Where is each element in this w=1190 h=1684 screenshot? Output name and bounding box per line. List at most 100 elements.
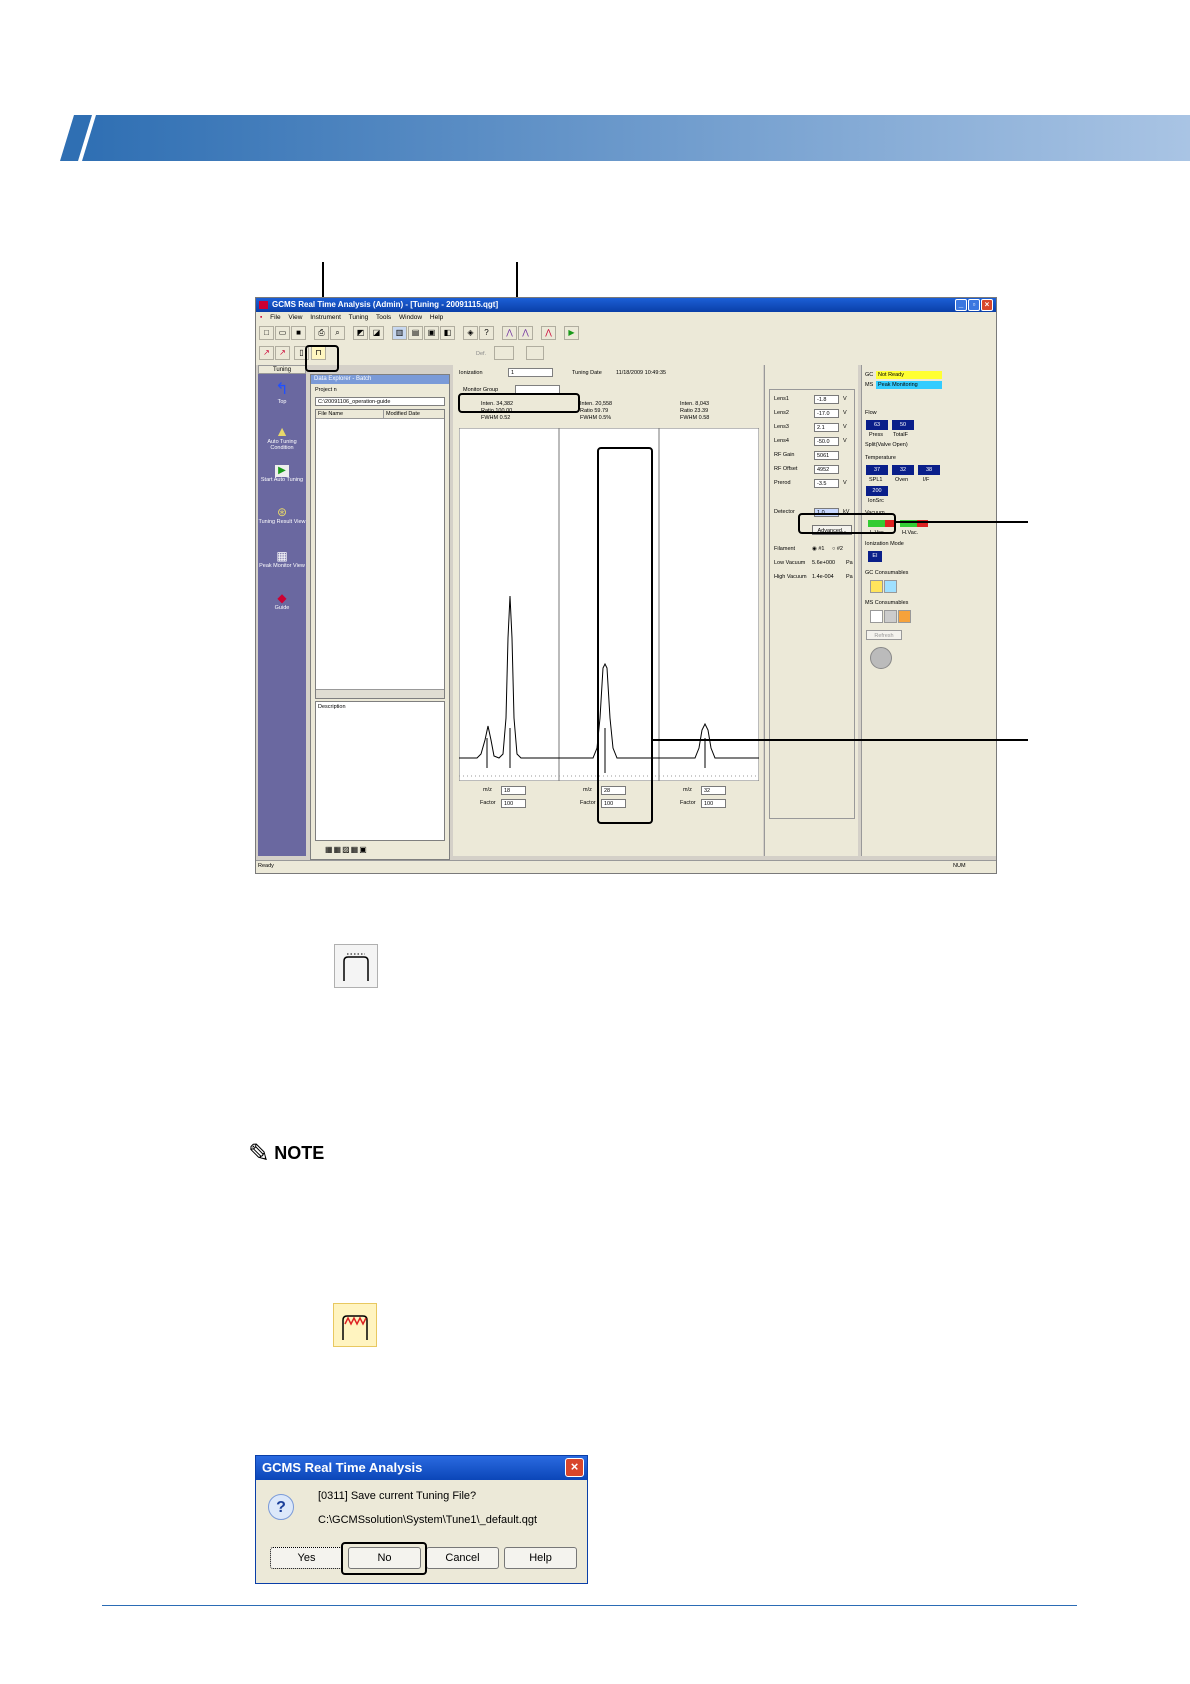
print-preview-icon[interactable]: ⌕ (330, 326, 345, 340)
filament-label: Filament (774, 546, 796, 552)
help-icon[interactable]: ? (479, 326, 494, 340)
lens3-input[interactable]: 2.1 (814, 423, 839, 432)
menu-tuning[interactable]: Tuning (349, 314, 369, 321)
explorer-tabs-icons[interactable]: ▦▦▨▦▣ (325, 845, 395, 855)
filament-radio-1[interactable]: ◉ #1 (812, 546, 824, 552)
horizontal-scrollbar[interactable] (316, 689, 444, 698)
explorer-path[interactable]: C:\20091106_operation-guide (315, 397, 445, 406)
col-modified-date[interactable]: Modified Date (384, 410, 420, 418)
layout-2-icon[interactable]: ▤ (408, 326, 423, 340)
note-heading: ✎ NOTE (248, 1140, 324, 1167)
close-button[interactable]: × (981, 299, 993, 311)
description-box[interactable]: Description (315, 701, 445, 841)
menu-window[interactable]: Window (399, 314, 422, 321)
layout-1-icon[interactable]: ▥ (392, 326, 407, 340)
temp-if-value: 38 (918, 465, 940, 475)
file-list[interactable]: File Name Modified Date (315, 409, 445, 699)
cancel-button[interactable]: Cancel (426, 1547, 499, 1569)
factor-input-1[interactable]: 100 (501, 799, 526, 808)
new-file-icon[interactable]: □ (259, 326, 274, 340)
data-explorer: Data Explorer - Batch Project n C:\20091… (310, 374, 450, 860)
save-icon[interactable]: ■ (291, 326, 306, 340)
menu-instrument[interactable]: Instrument (310, 314, 341, 321)
pencil-icon: ✎ (248, 1138, 270, 1168)
rf-offset-label: RF Offset (774, 466, 798, 472)
layout-3-icon[interactable]: ▣ (424, 326, 439, 340)
assistant-item-start-auto-tuning[interactable]: ▶ Start Auto Tuning (258, 465, 306, 483)
help-button[interactable]: Help (504, 1547, 577, 1569)
doc-icon: ▪ (260, 314, 263, 321)
def-a-button[interactable] (494, 346, 514, 360)
run-icon[interactable]: ▶ (564, 326, 579, 340)
print-icon[interactable]: ⎙ (314, 326, 329, 340)
detector-label: Detector (774, 509, 795, 515)
ms-consumable-a-icon[interactable] (870, 610, 883, 623)
assistant-item-auto-tuning-condition[interactable]: ▲ Auto Tuning Condition (258, 423, 306, 451)
tool-b-icon[interactable]: ◪ (369, 326, 384, 340)
peak2-callout (597, 447, 653, 824)
tuning-date-value: 11/18/2009 10:49:35 (616, 370, 667, 376)
guide-book-icon: ◆ (277, 591, 287, 605)
peak3-ratio: 23.39 (694, 408, 709, 414)
menu-file[interactable]: File (270, 314, 280, 321)
gc-status: Not Ready (876, 371, 942, 379)
lens-group: Lens1 -1.8 V Lens2 -17.0 V Lens3 2.1 V L… (769, 389, 855, 819)
refresh-button[interactable]: Refresh (866, 630, 902, 640)
ionization-select[interactable]: 1 (508, 368, 553, 377)
rf-gain-input[interactable]: 5061 (814, 451, 839, 460)
layout-4-icon[interactable]: ◧ (440, 326, 455, 340)
assistant-item-peak-monitor[interactable]: ▦ Peak Monitor View (258, 549, 306, 569)
app-icon (259, 301, 268, 309)
assistant-item-guide[interactable]: ◆ Guide (258, 591, 306, 611)
def-label: Def. (476, 351, 487, 357)
peak1-fwhm: 0.52 (499, 415, 511, 421)
peak-a-icon[interactable]: ⋀ (502, 326, 517, 340)
monitor-panel: GC Not Ready MS Peak Monitoring Flow 63 … (861, 365, 996, 856)
tool-e-icon[interactable]: ↗ (275, 346, 290, 360)
rf-offset-input[interactable]: 4952 (814, 465, 839, 474)
menu-tools[interactable]: Tools (376, 314, 391, 321)
restore-button[interactable]: ▫ (968, 299, 980, 311)
assistant-bar: Tuning ↰ Top ▲ Auto Tuning Condition ▶ S… (258, 365, 306, 856)
factor-input-3[interactable]: 100 (701, 799, 726, 808)
ms-consumable-b-icon[interactable] (884, 610, 897, 623)
lens4-input[interactable]: -50.0 (814, 437, 839, 446)
peak-c-icon[interactable]: ⋀ (541, 326, 556, 340)
menu-help[interactable]: Help (430, 314, 443, 321)
yes-button[interactable]: Yes (270, 1547, 343, 1569)
tool-d-icon[interactable]: ↗ (259, 346, 274, 360)
gc-consumable-b-icon[interactable] (884, 580, 897, 593)
ms-consumable-c-icon[interactable] (898, 610, 911, 623)
menu-view[interactable]: View (288, 314, 302, 321)
col-file-name[interactable]: File Name (316, 410, 384, 418)
dialog-close-button[interactable]: × (565, 1458, 584, 1477)
def-b-button[interactable] (526, 346, 544, 360)
lens1-input[interactable]: -1.8 (814, 395, 839, 404)
filament-radio-2[interactable]: ○ #2 (832, 546, 843, 552)
peak-b-icon[interactable]: ⋀ (518, 326, 533, 340)
mz-input-3[interactable]: 32 (701, 786, 726, 795)
prerod-input[interactable]: -3.5 (814, 479, 839, 488)
status-lamp-icon (870, 647, 892, 669)
peak3-info: Inten. 8,043 Ratio 23.39 FWHM 0.58 (680, 401, 710, 421)
assistant-item-tuning-result[interactable]: ⊛ Tuning Result View (258, 505, 306, 525)
open-file-icon[interactable]: ▭ (275, 326, 290, 340)
peak2-fwhm: 0.5% (598, 415, 612, 421)
minimize-button[interactable]: _ (955, 299, 967, 311)
lens2-input[interactable]: -17.0 (814, 409, 839, 418)
assistant-item-top[interactable]: ↰ Top (258, 379, 306, 405)
flow-totalf-value: 50 (892, 420, 914, 430)
mz-input-1[interactable]: 18 (501, 786, 526, 795)
result-icon: ⊛ (276, 505, 288, 519)
high-vacuum-label: High Vacuum (774, 574, 807, 580)
explorer-title: Data Explorer - Batch (311, 375, 449, 384)
gc-consumable-a-icon[interactable] (870, 580, 883, 593)
question-icon: ? (268, 1494, 294, 1520)
tool-a-icon[interactable]: ◩ (353, 326, 368, 340)
no-button-callout (341, 1542, 427, 1575)
explorer-tab[interactable]: Project n (315, 387, 337, 393)
window-title: GCMS Real Time Analysis (Admin) - [Tunin… (272, 300, 499, 309)
footer-rule (102, 1605, 1077, 1606)
description-label: Description (318, 704, 346, 710)
tool-c-icon[interactable]: ◈ (463, 326, 478, 340)
